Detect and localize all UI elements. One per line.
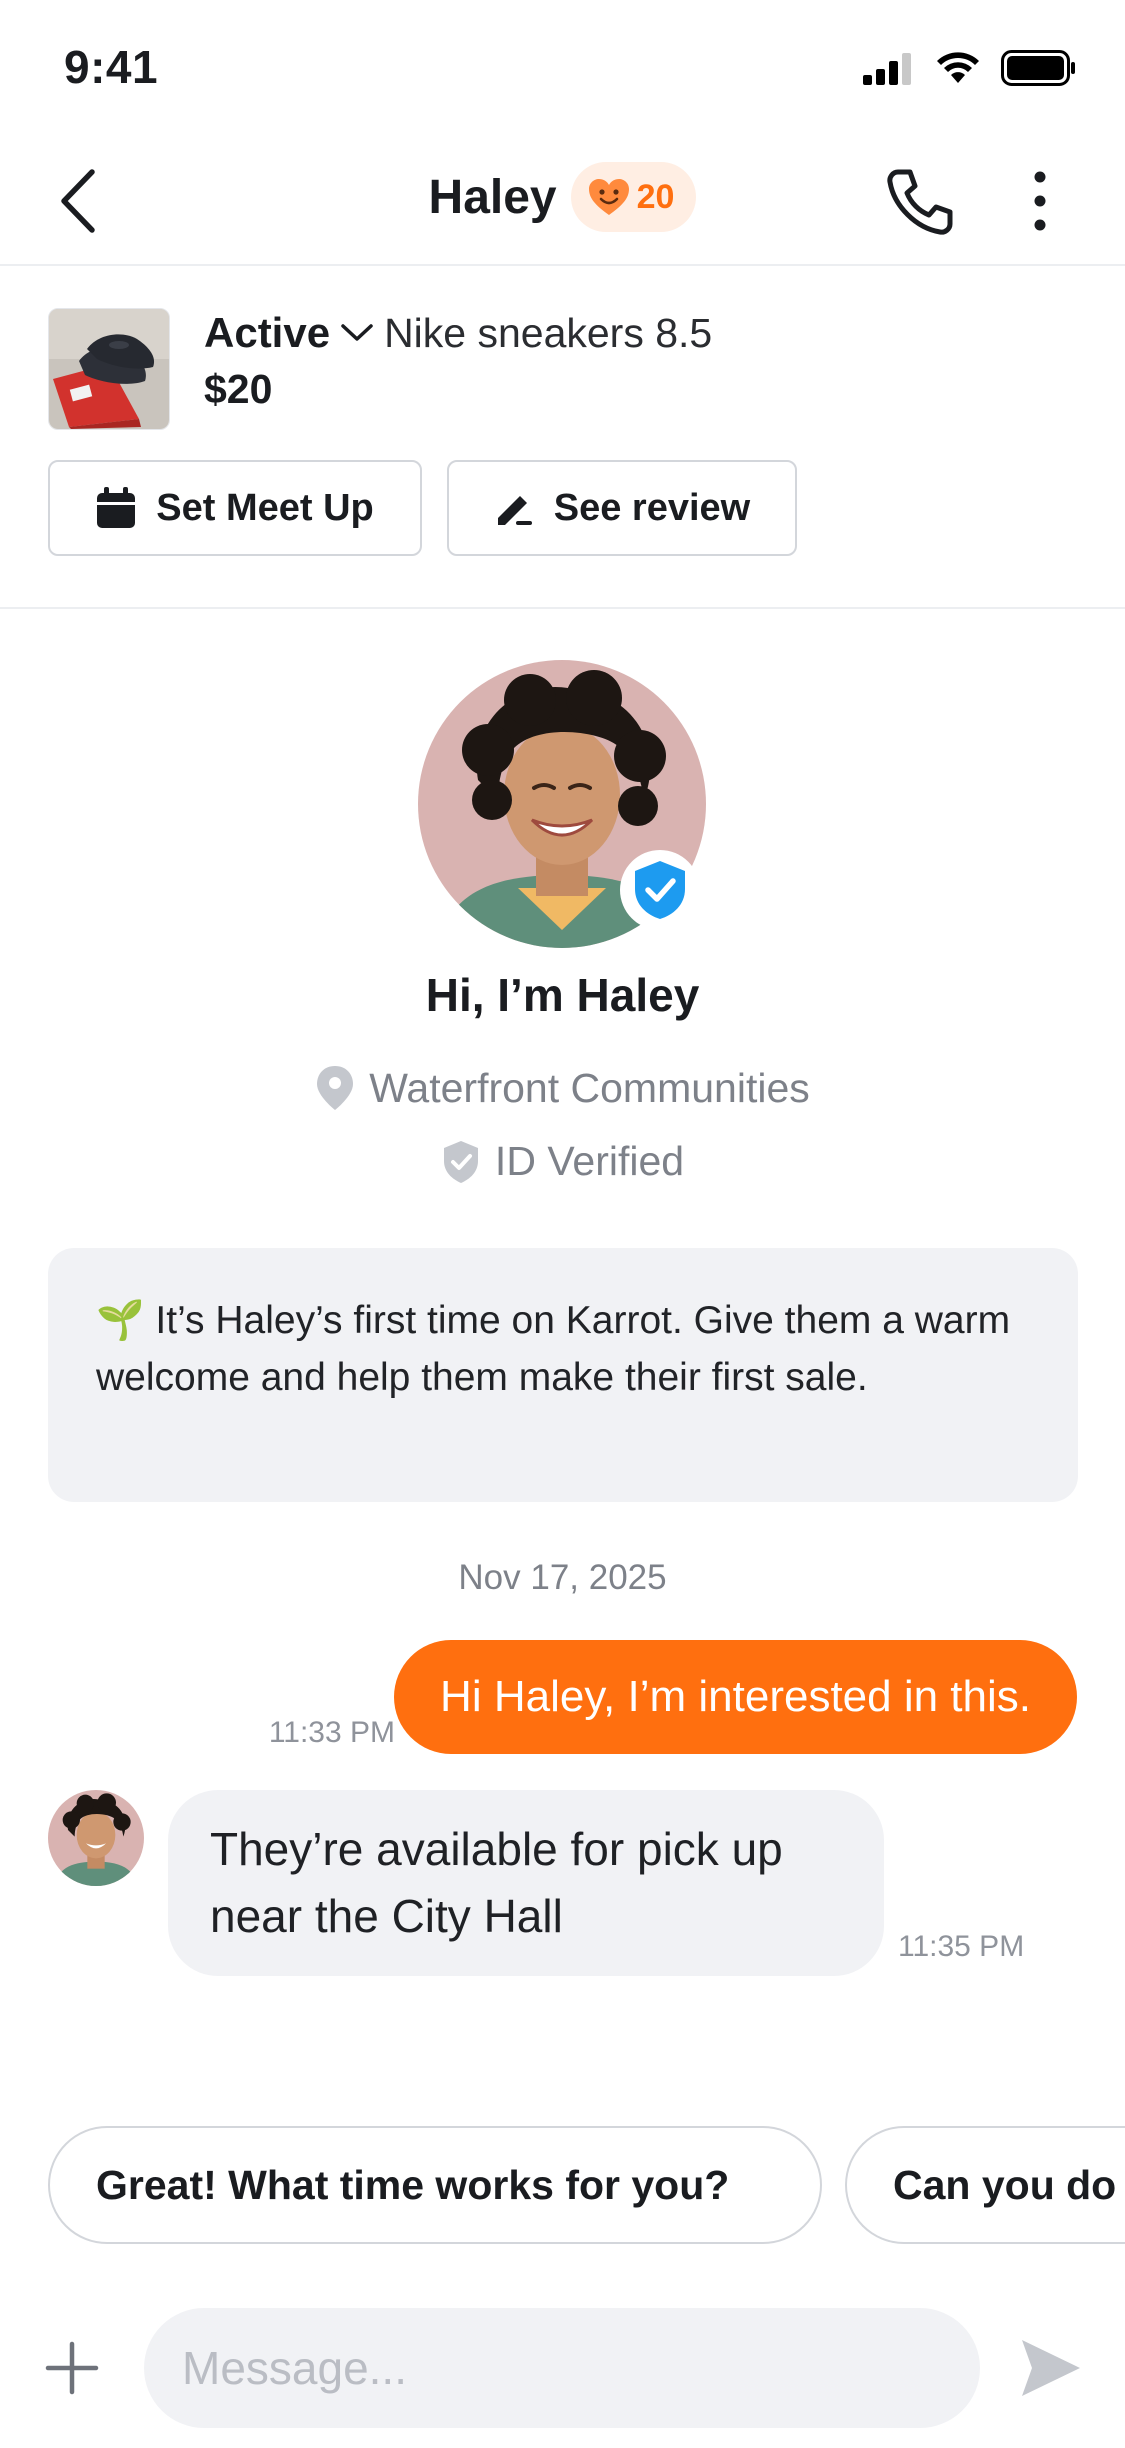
message-input[interactable]	[144, 2308, 980, 2428]
quick-reply-label: Great! What time works for you?	[96, 2161, 730, 2208]
verified-shield-icon	[635, 861, 685, 919]
status-time: 9:41	[64, 41, 159, 93]
attach-button[interactable]	[44, 2340, 100, 2396]
sender-photo	[48, 1790, 144, 1886]
plus-icon	[45, 2341, 99, 2395]
quick-reply-label: Can you do	[893, 2161, 1117, 2208]
incoming-message-text: They’re available for pick up near the C…	[210, 1823, 783, 1942]
product-divider	[0, 607, 1125, 609]
product-title[interactable]: Nike sneakers 8.5	[384, 310, 712, 357]
profile-location: Waterfront Communities	[369, 1064, 810, 1111]
header-divider	[0, 264, 1125, 266]
call-button[interactable]	[884, 166, 956, 238]
location-pin-icon	[317, 1066, 354, 1110]
edit-pencil-icon	[497, 496, 532, 525]
profile-greeting: Hi, I’m Haley	[425, 969, 700, 1021]
manner-temperature-badge[interactable]: 20	[570, 162, 697, 232]
send-button[interactable]	[1020, 2338, 1082, 2398]
product-price: $20	[204, 366, 273, 412]
first-time-notice: 🌱 It’s Haley’s first time on Karrot. Giv…	[48, 1248, 1078, 1502]
outgoing-message-time: 11:33 PM	[268, 1716, 395, 1749]
incoming-message-time: 11:35 PM	[898, 1930, 1025, 1963]
phone-icon	[887, 169, 953, 235]
set-meet-up-button[interactable]: Set Meet Up	[48, 460, 422, 556]
shield-check-icon	[443, 1140, 478, 1183]
date-separator: Nov 17, 2025	[458, 1558, 667, 1597]
chat-partner-name[interactable]: Haley	[429, 170, 557, 225]
cellular-signal-icon	[863, 53, 911, 85]
outgoing-message-bubble[interactable]: Hi Haley, I’m interested in this.	[394, 1640, 1077, 1754]
header-title-group: Haley 20	[0, 162, 1125, 232]
outgoing-message-text: Hi Haley, I’m interested in this.	[440, 1672, 1031, 1721]
incoming-message-bubble[interactable]: They’re available for pick up near the C…	[168, 1790, 884, 1976]
profile-location-row: Waterfront Communities	[0, 1064, 1125, 1112]
sneakers-image	[49, 309, 169, 429]
battery-icon	[1001, 50, 1075, 86]
more-options-button[interactable]	[1026, 170, 1054, 232]
quick-reply-chip[interactable]: Can you do	[845, 2126, 1125, 2244]
more-vertical-icon	[1034, 171, 1046, 231]
quick-reply-chip[interactable]: Great! What time works for you?	[48, 2126, 822, 2244]
profile-verified-label: ID Verified	[494, 1138, 685, 1184]
see-review-button[interactable]: See review	[447, 460, 797, 556]
send-icon	[1022, 2340, 1080, 2396]
chevron-down-icon[interactable]	[340, 323, 374, 343]
calendar-icon	[97, 487, 136, 528]
manner-temperature-value: 20	[636, 177, 675, 216]
sender-avatar[interactable]	[48, 1790, 144, 1886]
wifi-icon	[937, 52, 979, 83]
see-review-label: See review	[553, 486, 751, 529]
product-status-dropdown[interactable]: Active	[204, 309, 330, 357]
product-status-row: Active Nike sneakers 8.5	[204, 308, 712, 358]
set-meet-up-label: Set Meet Up	[156, 486, 374, 529]
seedling-icon: 🌱	[96, 1298, 145, 1343]
smiling-heart-icon	[588, 179, 629, 215]
profile-verified-row: ID Verified	[0, 1138, 1125, 1185]
status-icons	[863, 50, 1077, 86]
verified-badge	[620, 850, 700, 930]
product-thumbnail[interactable]	[48, 308, 170, 430]
first-time-notice-text: It’s Haley’s first time on Karrot. Give …	[96, 1299, 1011, 1399]
